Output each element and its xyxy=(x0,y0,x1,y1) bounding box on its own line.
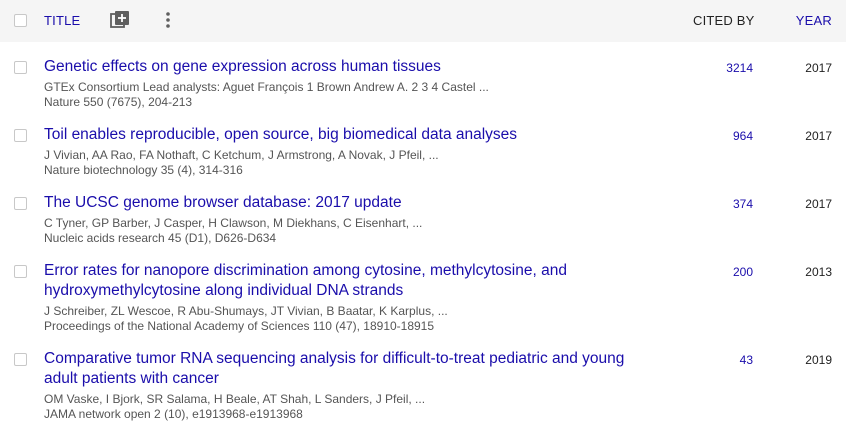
cited-by-count-link[interactable]: 3214 xyxy=(726,61,753,75)
article-source: JAMA network open 2 (10), e1913968-e1913… xyxy=(44,407,303,421)
article-year: 2019 xyxy=(805,353,832,367)
article-row: Comparative tumor RNA sequencing analysi… xyxy=(0,334,846,422)
article-authors: J Vivian, AA Rao, FA Nothaft, C Ketchum,… xyxy=(44,148,439,162)
article-source: Nature biotechnology 35 (4), 314-316 xyxy=(44,163,243,177)
article-title-line: Comparative tumor RNA sequencing analysi… xyxy=(44,350,625,367)
cited-by-count-link[interactable]: 374 xyxy=(733,197,753,211)
article-authors: GTEx Consortium Lead analysts: Aguet Fra… xyxy=(44,80,489,94)
article-year: 2013 xyxy=(805,265,832,279)
article-source: Nature 550 (7675), 204-213 xyxy=(44,95,193,109)
sort-by-year-button[interactable]: YEAR xyxy=(796,13,832,28)
article-checkbox[interactable] xyxy=(14,61,27,74)
cited-by-column-header: CITED BY xyxy=(693,13,755,28)
article-title-link[interactable]: Error rates for nanopore discrimination … xyxy=(44,261,644,301)
article-year: 2017 xyxy=(805,61,832,75)
article-row: The UCSC genome browser database: 2017 u… xyxy=(0,178,846,246)
article-year: 2017 xyxy=(805,129,832,143)
article-authors: OM Vaske, I Bjork, SR Salama, H Beale, A… xyxy=(44,392,426,406)
cited-by-count-link[interactable]: 964 xyxy=(733,129,753,143)
article-checkbox[interactable] xyxy=(14,129,27,142)
articles-table-header: TITLE CITED BY YEAR xyxy=(0,0,846,42)
article-authors: C Tyner, GP Barber, J Casper, H Clawson,… xyxy=(44,216,423,230)
article-title-line: Error rates for nanopore discrimination … xyxy=(44,262,567,279)
cited-by-count-link[interactable]: 200 xyxy=(733,265,753,279)
cited-by-count-link[interactable]: 43 xyxy=(740,353,753,367)
article-authors: J Schreiber, ZL Wescoe, R Abu-Shumays, J… xyxy=(44,304,448,318)
article-title-line: hydroxymethylcytosine along individual D… xyxy=(44,282,404,299)
articles-list: Genetic effects on gene expression acros… xyxy=(0,42,846,422)
add-article-icon[interactable] xyxy=(110,10,130,30)
article-row: Genetic effects on gene expression acros… xyxy=(0,42,846,110)
article-title-line: adult patients with cancer xyxy=(44,370,219,387)
article-source: Nucleic acids research 45 (D1), D626-D63… xyxy=(44,231,277,245)
article-title-link[interactable]: The UCSC genome browser database: 2017 u… xyxy=(44,193,644,213)
select-all-checkbox[interactable] xyxy=(14,14,27,27)
article-checkbox[interactable] xyxy=(14,353,27,366)
article-title-link[interactable]: Genetic effects on gene expression acros… xyxy=(44,57,644,77)
article-title-link[interactable]: Toil enables reproducible, open source, … xyxy=(44,125,644,145)
article-source: Proceedings of the National Academy of S… xyxy=(44,319,435,333)
more-vert-icon[interactable] xyxy=(158,10,178,30)
article-checkbox[interactable] xyxy=(14,265,27,278)
article-row: Toil enables reproducible, open source, … xyxy=(0,110,846,178)
article-year: 2017 xyxy=(805,197,832,211)
article-checkbox[interactable] xyxy=(14,197,27,210)
article-row: Error rates for nanopore discrimination … xyxy=(0,246,846,334)
article-title-link[interactable]: Comparative tumor RNA sequencing analysi… xyxy=(44,349,644,389)
sort-by-title-button[interactable]: TITLE xyxy=(44,13,80,28)
